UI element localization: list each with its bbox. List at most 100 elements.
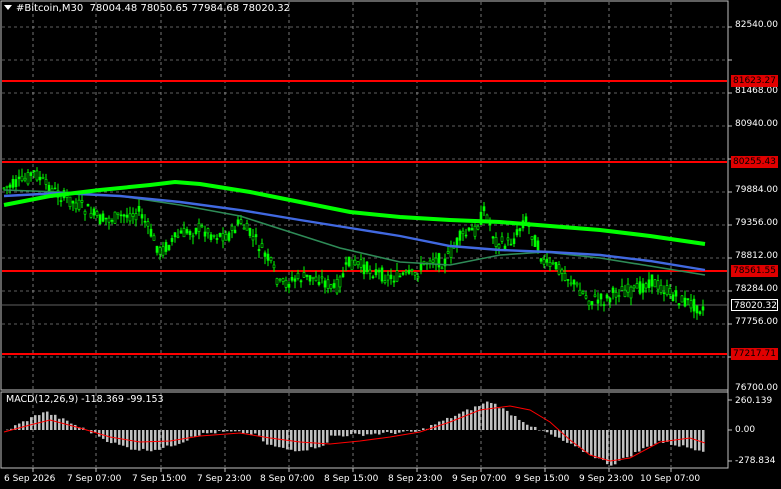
candle-body: [416, 276, 420, 279]
chart-window[interactable]: #Bitcoin,M30 78004.48 78050.65 77984.68 …: [0, 0, 781, 489]
candle-body: [542, 259, 546, 265]
macd-histogram-bar: [230, 430, 233, 432]
time-tick: 7 Sep 23:00: [197, 474, 252, 484]
macd-histogram-bar: [58, 418, 61, 430]
macd-histogram-bar: [270, 430, 273, 445]
candle-body: [14, 179, 18, 187]
candle-body: [446, 251, 450, 254]
candle-body: [77, 199, 81, 210]
candle-body: [182, 228, 186, 238]
macd-histogram-bar: [190, 430, 193, 437]
macd-histogram-bar: [54, 414, 57, 430]
candle-body: [701, 306, 705, 311]
candle-body: [29, 172, 33, 176]
candle-body: [374, 269, 378, 276]
candle-body: [530, 236, 534, 240]
macd-histogram-bar: [374, 430, 377, 434]
time-tick: 8 Sep 15:00: [324, 474, 379, 484]
candle-body: [383, 280, 387, 284]
time-tick: 9 Sep 07:00: [452, 474, 507, 484]
macd-histogram-bar: [226, 430, 229, 432]
candle-body: [470, 228, 474, 231]
macd-histogram-bar: [390, 430, 393, 434]
candle-body: [20, 175, 24, 182]
candle-body: [143, 220, 147, 223]
candle-body: [518, 228, 522, 232]
candle-body: [299, 280, 303, 283]
macd-histogram-bar: [646, 430, 649, 447]
candle-body: [188, 231, 192, 236]
candle-body: [641, 283, 645, 293]
time-tick: 7 Sep 07:00: [67, 474, 122, 484]
macd-histogram-bar: [198, 430, 201, 436]
candle-body: [227, 232, 231, 241]
candle-body: [110, 220, 114, 222]
candle-body: [329, 284, 333, 289]
macd-histogram-bar: [70, 423, 73, 430]
candle-body: [257, 249, 261, 252]
macd-histogram-bar: [218, 430, 221, 431]
macd-histogram-bar: [34, 415, 37, 430]
candle-body: [455, 237, 459, 247]
candle-body: [281, 278, 285, 282]
macd-histogram-bar: [514, 415, 517, 430]
candle-body: [128, 213, 132, 222]
level-label: 78561.55: [731, 265, 778, 277]
macd-histogram-bar: [314, 430, 317, 449]
price-tick: 78812.00: [735, 251, 778, 261]
candle-body: [569, 282, 573, 285]
candle-body: [221, 232, 225, 242]
candle-body: [665, 285, 669, 296]
macd-histogram-bar: [246, 430, 249, 434]
candle-body: [617, 295, 621, 297]
macd-histogram-bar: [254, 430, 257, 434]
candle-body: [506, 237, 510, 241]
macd-histogram-bar: [166, 430, 169, 446]
macd-histogram-bar: [474, 406, 477, 430]
candle-body: [347, 256, 351, 267]
macd-tick: -278.834: [735, 456, 776, 466]
macd-histogram-bar: [326, 430, 329, 443]
macd-histogram-bar: [414, 430, 417, 432]
macd-histogram-bar: [422, 428, 425, 430]
candle-body: [602, 304, 606, 306]
candle-body: [11, 178, 15, 188]
candle-body: [365, 261, 369, 272]
candle-body: [230, 225, 234, 231]
macd-histogram-bar: [338, 430, 341, 436]
candle-body: [677, 303, 681, 306]
macd-histogram-bar: [202, 430, 205, 433]
candle-body: [656, 280, 660, 290]
macd-histogram-bar: [394, 430, 397, 434]
candle-body: [635, 283, 639, 289]
macd-histogram-bar: [442, 420, 445, 430]
candle-body: [440, 267, 444, 270]
macd-histogram-bar: [486, 401, 489, 430]
candle-body: [500, 236, 504, 242]
macd-histogram-bar: [370, 430, 373, 435]
candle-body: [389, 274, 393, 280]
macd-histogram-bar: [30, 417, 33, 430]
candle-body: [101, 213, 105, 222]
candle-body: [176, 235, 180, 238]
macd-histogram-bar: [682, 430, 685, 446]
macd-histogram-bar: [118, 430, 121, 445]
candle-body: [554, 261, 558, 270]
candle-body: [464, 234, 468, 237]
candle-body: [398, 275, 402, 278]
price-tick: 80940.00: [735, 119, 778, 129]
candle-body: [197, 222, 201, 232]
candle-body: [524, 216, 528, 223]
candle-body: [284, 279, 288, 288]
candle-body: [290, 277, 294, 281]
macd-histogram-bar: [50, 414, 53, 430]
macd-tick: 0.00: [735, 425, 756, 435]
candle-body: [86, 204, 90, 207]
candle-body: [599, 293, 603, 300]
macd-histogram-bar: [658, 430, 661, 441]
macd-histogram-bar: [518, 419, 521, 430]
candle-body: [386, 274, 390, 281]
macd-histogram-bar: [674, 430, 677, 446]
macd-histogram-bar: [178, 430, 181, 444]
price-chart[interactable]: [0, 0, 781, 489]
